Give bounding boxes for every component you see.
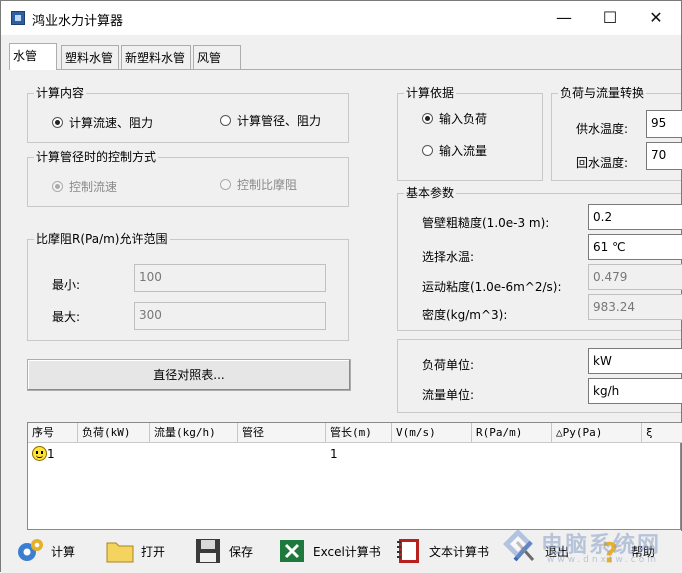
radio-dot-icon [220,179,231,190]
window-title: 鸿业水力计算器 [32,14,124,29]
return-temp-input[interactable]: 70 [646,142,682,170]
radio-label: 输入流量 [439,144,488,158]
radio-control-velocity[interactable]: 控制流速 [52,178,117,195]
col-header-index[interactable]: 序号 [28,423,78,443]
maximize-button[interactable]: ☐ [587,1,633,35]
water-temp-select[interactable]: 61 ℃ [588,234,682,260]
flow-unit-select[interactable]: kg/h [588,378,682,404]
supply-temp-label: 供水温度: [576,122,629,136]
return-temp-label: 回水温度: [576,156,629,170]
density-label: 密度(kg/m^3): [422,308,508,322]
control-mode-legend: 计算管径时的控制方式 [34,150,159,164]
diameter-table-button[interactable]: 直径对照表... [27,359,351,391]
col-header-load[interactable]: 负荷(kW) [78,423,150,443]
calc-content-legend: 计算内容 [34,86,87,100]
calculate-label: 计算 [51,544,76,559]
save-label: 保存 [229,544,254,559]
viscosity-input[interactable]: 0.479 [588,264,682,290]
min-label: 最小: [52,278,81,292]
floppy-disk-icon [196,539,220,563]
water-temp-label: 选择水温: [422,250,475,264]
radio-dot-icon [52,181,63,192]
tab-new-plastic-pipe[interactable]: 新塑料水管 [121,45,191,69]
basic-params-group: 基本参数 管壁粗糙度(1.0e-3 m): 0.2 选择水温: 61 ℃ 运动粘… [397,186,682,331]
radio-dot-icon [220,115,231,126]
close-button[interactable]: ✕ [633,1,679,35]
col-header-friction[interactable]: R(Pa/m) [472,423,552,443]
col-header-length[interactable]: 管长(m) [326,423,392,443]
col-header-flow[interactable]: 流量(kg/h) [150,423,238,443]
title-bar: 鸿业水力计算器 — ☐ ✕ [1,1,681,35]
col-header-pressure-drop[interactable]: △Py(Pa) [552,423,642,443]
radio-input-load[interactable]: 输入负荷 [422,110,487,127]
app-window: 鸿业水力计算器 — ☐ ✕ 水管 塑料水管 新塑料水管 风管 计算内容 计算流速… [0,0,682,573]
open-button[interactable]: 打开 [105,533,165,569]
units-group: 负荷单位: kW 流量单位: kg/h [397,339,682,413]
flow-unit-label: 流量单位: [422,388,475,402]
calc-basis-legend: 计算依据 [404,86,457,100]
load-flow-group: 负荷与流量转换 供水温度: 95 回水温度: 70 [551,86,682,181]
open-label: 打开 [141,544,166,559]
load-unit-label: 负荷单位: [422,358,475,372]
col-header-diameter[interactable]: 管径 [238,423,326,443]
row-length-cell[interactable]: 1 [326,444,392,464]
calc-basis-group: 计算依据 输入负荷 输入流量 [397,86,543,181]
load-flow-legend: 负荷与流量转换 [558,86,647,100]
radio-dot-icon [422,145,433,156]
row-index: 1 [47,447,55,461]
table-row[interactable]: 1 [28,444,78,464]
radio-label: 输入负荷 [439,112,488,126]
excel-report-label: Excel计算书 [313,544,381,559]
watermark-logo-icon [503,529,533,559]
minimize-button[interactable]: — [541,1,587,35]
radio-dot-icon [52,117,63,128]
text-report-button[interactable]: 文本计算书 [393,533,489,569]
friction-range-group: 比摩阻R(Pa/m)允许范围 最小: 100 最大: 300 [27,232,349,341]
radio-label: 计算管径、阻力 [237,114,322,128]
smiley-icon [32,446,47,461]
roughness-input[interactable]: 0.2 [588,204,682,230]
tab-water-pipe[interactable]: 水管 [9,43,57,70]
text-report-label: 文本计算书 [429,544,490,559]
roughness-label: 管壁粗糙度(1.0e-3 m): [422,216,550,230]
tab-plastic-pipe[interactable]: 塑料水管 [61,45,119,69]
density-input[interactable]: 983.24 [588,294,682,320]
save-button[interactable]: 保存 [193,533,253,569]
radio-control-friction[interactable]: 控制比摩阻 [220,176,297,193]
load-unit-select[interactable]: kW [588,348,682,374]
calculate-button[interactable]: 计算 [15,533,75,569]
control-mode-group: 计算管径时的控制方式 控制流速 控制比摩阻 [27,150,349,207]
excel-icon [280,540,304,562]
radio-label: 控制流速 [69,180,118,194]
radio-input-flow[interactable]: 输入流量 [422,142,487,159]
col-header-xi[interactable]: ξ [642,423,682,443]
app-icon [11,11,25,25]
max-label: 最大: [52,310,81,324]
radio-label: 控制比摩阻 [237,178,298,192]
col-header-velocity[interactable]: V(m/s) [392,423,472,443]
radio-calc-diameter[interactable]: 计算管径、阻力 [220,112,321,129]
tab-air-duct[interactable]: 风管 [193,45,241,69]
calc-content-group: 计算内容 计算流速、阻力 计算管径、阻力 [27,86,349,143]
radio-dot-icon [422,113,433,124]
watermark-url: www.dnxtw.com [547,555,660,565]
supply-temp-input[interactable]: 95 [646,110,682,138]
basic-params-legend: 基本参数 [404,186,457,200]
excel-report-button[interactable]: Excel计算书 [277,533,381,569]
notebook-icon [397,539,419,563]
max-friction-input[interactable]: 300 [134,302,326,330]
radio-label: 计算流速、阻力 [69,116,154,130]
friction-range-legend: 比摩阻R(Pa/m)允许范围 [34,232,170,246]
site-watermark: 电脑系统网 www.dnxtw.com [501,521,681,571]
viscosity-label: 运动粘度(1.0e-6m^2/s): [422,280,562,294]
min-friction-input[interactable]: 100 [134,264,326,292]
radio-calc-velocity[interactable]: 计算流速、阻力 [52,114,153,131]
folder-icon [106,542,134,563]
results-grid[interactable]: 序号 负荷(kW) 流量(kg/h) 管径 管长(m) V(m/s) R(Pa/… [27,422,682,530]
gears-icon [18,539,43,561]
